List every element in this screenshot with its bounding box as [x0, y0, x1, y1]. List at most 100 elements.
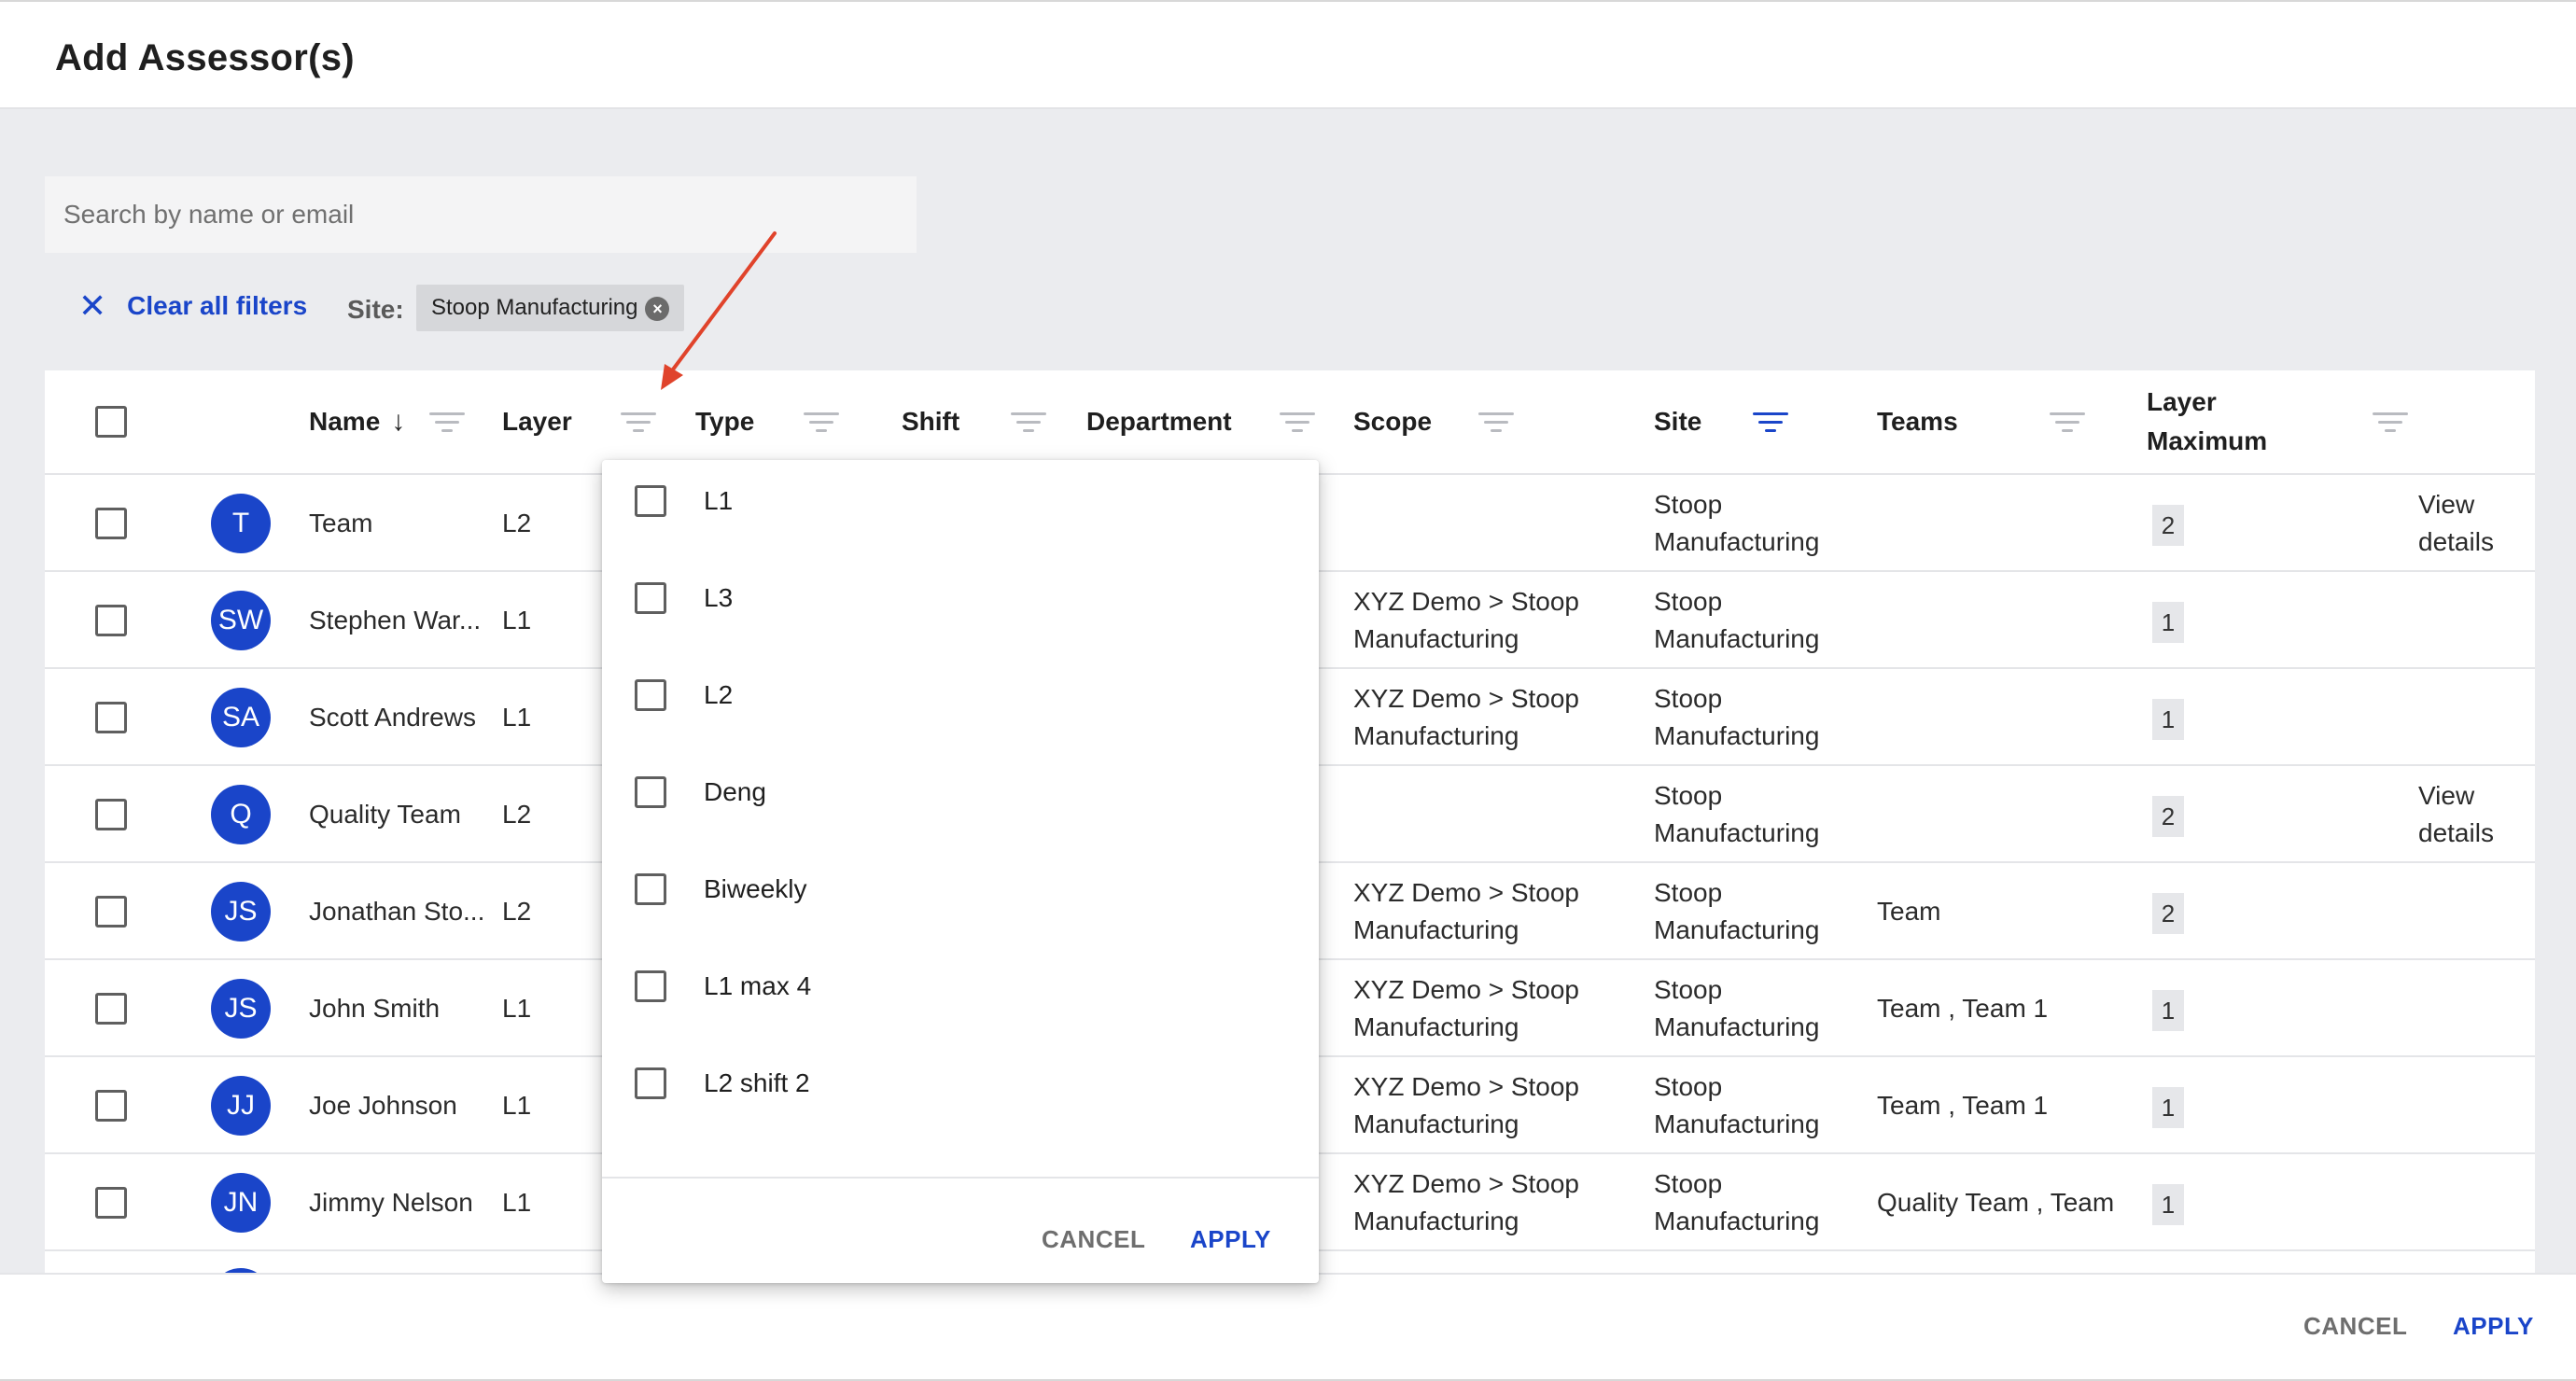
cell-site-line1: Stoop [1654, 1169, 1723, 1198]
filter-option-biweekly[interactable]: Biweekly [635, 861, 806, 917]
column-header-layer-label: Layer [502, 407, 572, 436]
cell-scope-line2: Manufacturing [1353, 1207, 1519, 1235]
cell-scope-line2: Manufacturing [1353, 1109, 1519, 1138]
chip-remove-icon[interactable]: × [645, 297, 670, 321]
filter-option-checkbox[interactable] [635, 679, 666, 711]
filter-option-checkbox[interactable] [635, 1067, 666, 1099]
search-input[interactable] [45, 176, 917, 253]
dialog-header: Add Assessor(s) [0, 2, 2576, 109]
row-checkbox[interactable] [95, 993, 127, 1025]
avatar: T [211, 494, 271, 553]
filter-icon[interactable] [1478, 412, 1514, 433]
column-header-department: Department [1086, 370, 1232, 473]
avatar: JJ [211, 1076, 271, 1136]
cell-site-line2: Manufacturing [1654, 624, 1820, 653]
column-header-shift-label: Shift [902, 407, 960, 436]
column-header-teams: Teams [1877, 370, 1958, 473]
cell-scope-line2: Manufacturing [1353, 915, 1519, 944]
cell-site-line1: Stoop [1654, 587, 1723, 616]
filter-icon[interactable] [1280, 412, 1315, 433]
avatar: JN [211, 1173, 271, 1233]
cancel-button[interactable]: CANCEL [2303, 1312, 2407, 1341]
column-header-name[interactable]: Name ↓ [309, 370, 405, 473]
filter-option-label: Biweekly [704, 874, 807, 903]
filter-option-l2-shift-2[interactable]: L2 shift 2 [635, 1055, 810, 1111]
row-checkbox[interactable] [95, 799, 127, 830]
cell-name: Joe Johnson [309, 1091, 457, 1120]
avatar: SW [211, 591, 271, 650]
filter-option-l1[interactable]: L1 [635, 473, 733, 529]
cell-layer: L1 [502, 1091, 532, 1120]
cell-site-line2: Manufacturing [1654, 721, 1820, 750]
filter-option-label: L1 max 4 [704, 971, 812, 1000]
cell-site-line2: Manufacturing [1654, 1207, 1820, 1235]
cell-layer: L2 [502, 509, 532, 537]
clear-all-filters-button[interactable]: ✕ Clear all filters [78, 289, 307, 323]
column-header-type-label: Type [695, 407, 755, 436]
filter-option-checkbox[interactable] [635, 776, 666, 808]
cell-site-line2: Manufacturing [1654, 1012, 1820, 1041]
apply-button[interactable]: APPLY [2453, 1312, 2534, 1341]
column-header-type: Type [695, 370, 754, 473]
row-checkbox[interactable] [95, 508, 127, 539]
column-header-scope-label: Scope [1353, 407, 1433, 436]
row-checkbox[interactable] [95, 702, 127, 733]
filter-icon[interactable] [621, 412, 656, 433]
cell-name: Scott Andrews [309, 703, 476, 732]
cell-site-line1: Stoop [1654, 490, 1723, 519]
filter-option-deng[interactable]: Deng [635, 764, 766, 820]
cell-name: Stephen War... [309, 606, 482, 635]
view-details-link-line1[interactable]: View [2418, 486, 2474, 523]
cell-scope-line2: Manufacturing [1353, 721, 1519, 750]
filter-icon[interactable] [2050, 412, 2085, 433]
close-icon: ✕ [78, 286, 107, 325]
cell-name: John Smith [309, 994, 441, 1023]
cell-layer: L1 [502, 994, 532, 1023]
filter-icon-active[interactable] [1753, 412, 1788, 433]
view-details-link-line2[interactable]: details [2418, 523, 2494, 561]
filter-icon[interactable] [429, 412, 465, 433]
cell-site-line2: Manufacturing [1654, 915, 1820, 944]
filter-option-checkbox[interactable] [635, 873, 666, 905]
cell-name: Team [309, 509, 373, 537]
cell-scope-line1: XYZ Demo > Stoop [1353, 975, 1580, 1004]
column-header-scope: Scope [1353, 370, 1432, 473]
cell-teams: Team , Team 1 [1877, 1091, 2049, 1120]
filter-option-checkbox[interactable] [635, 582, 666, 614]
row-checkbox[interactable] [95, 1090, 127, 1122]
dropdown-apply-button[interactable]: APPLY [1190, 1225, 1271, 1254]
layer-maximum-badge: 1 [2152, 1184, 2184, 1225]
filter-icon[interactable] [804, 412, 839, 433]
view-details-link-line2[interactable]: details [2418, 815, 2494, 852]
filter-option-l1-max-4[interactable]: L1 max 4 [635, 958, 811, 1014]
filter-option-label: L2 shift 2 [704, 1068, 810, 1097]
layer-maximum-badge: 2 [2152, 893, 2184, 934]
filter-icon[interactable] [1011, 412, 1046, 433]
select-all-checkbox[interactable] [95, 406, 127, 438]
row-checkbox[interactable] [95, 896, 127, 928]
cell-layer: L2 [502, 800, 532, 829]
cell-site-line1: Stoop [1654, 781, 1723, 810]
filter-option-checkbox[interactable] [635, 485, 666, 517]
cell-site-line1: Stoop [1654, 1072, 1723, 1101]
row-checkbox[interactable] [95, 605, 127, 636]
sort-down-arrow-icon[interactable]: ↓ [391, 406, 405, 438]
filter-option-l2[interactable]: L2 [635, 667, 733, 723]
avatar: SA [211, 688, 271, 747]
cell-scope-line1: XYZ Demo > Stoop [1353, 1072, 1580, 1101]
column-header-name-label: Name [309, 407, 381, 436]
view-details-link-line1[interactable]: View [2418, 777, 2474, 815]
cell-site-line2: Manufacturing [1654, 1109, 1820, 1138]
dropdown-cancel-button[interactable]: CANCEL [1042, 1225, 1145, 1254]
cell-scope-line1: XYZ Demo > Stoop [1353, 684, 1580, 713]
cell-name: Jonathan Sto... [309, 897, 485, 926]
column-header-shift: Shift [902, 370, 959, 473]
row-checkbox[interactable] [95, 1187, 127, 1219]
filter-icon[interactable] [2373, 412, 2408, 433]
site-filter-chip-label: Stoop Manufacturing [431, 295, 638, 320]
filter-option-l3[interactable]: L3 [635, 570, 733, 626]
avatar: JS [211, 882, 271, 942]
cell-scope-line1: XYZ Demo > Stoop [1353, 587, 1580, 616]
avatar: JS [211, 979, 271, 1039]
filter-option-checkbox[interactable] [635, 970, 666, 1002]
